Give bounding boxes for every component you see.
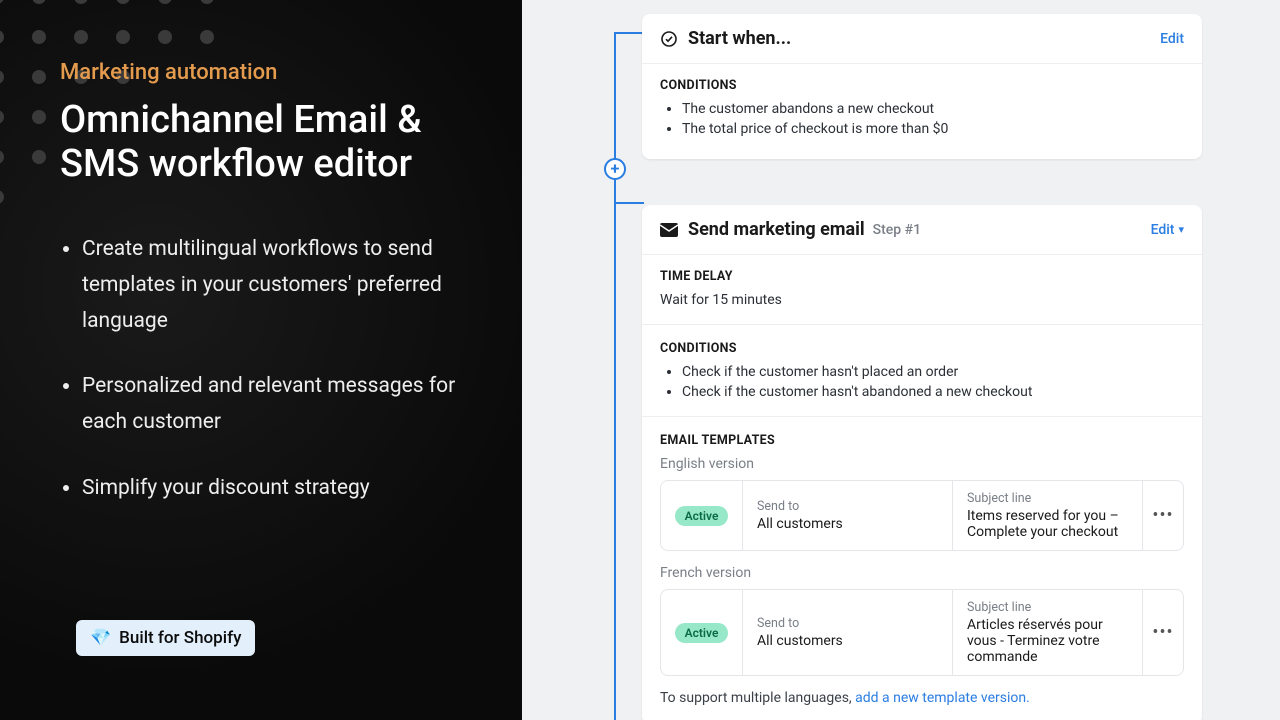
built-for-shopify-badge: 💎 Built for Shopify [76,620,255,656]
edit-step-button[interactable]: Edit ▾ [1151,222,1184,238]
conditions-heading: CONDITIONS [660,78,1184,93]
feature-bullet: Personalized and relevant messages for e… [82,369,482,440]
workflow-editor-panel: + Start when... Edit CONDITIONS The cust… [522,0,1280,720]
email-templates-heading: EMAIL TEMPLATES [660,433,1184,448]
step-number-tag: Step #1 [873,222,921,238]
start-trigger-card: Start when... Edit CONDITIONS The custom… [642,14,1202,159]
more-horizontal-icon: ••• [1152,622,1173,643]
template-row-menu[interactable]: ••• [1143,481,1183,550]
send-email-step-card: Send marketing email Step #1 Edit ▾ TIME… [642,205,1202,720]
time-delay-value: Wait for 15 minutes [660,292,1184,308]
more-horizontal-icon: ••• [1152,505,1173,526]
add-template-version-link[interactable]: add a new template version. [855,690,1030,706]
template-row-menu[interactable]: ••• [1143,590,1183,675]
status-badge: Active [675,623,729,643]
chevron-down-icon: ▾ [1178,223,1184,236]
diamond-icon: 💎 [90,628,111,648]
plus-icon: + [611,161,620,177]
feature-bullet: Simplify your discount strategy [82,471,482,507]
step-conditions-list: Check if the customer hasn't placed an o… [660,364,1184,400]
status-badge: Active [675,506,729,526]
time-delay-heading: TIME DELAY [660,269,1184,284]
edit-step-label: Edit [1151,222,1175,238]
condition-item: The total price of checkout is more than… [682,121,1184,137]
add-step-node[interactable]: + [604,158,626,180]
start-conditions-list: The customer abandons a new checkout The… [660,101,1184,137]
send-to-value: All customers [757,516,938,532]
multi-language-hint: To support multiple languages, add a new… [660,690,1184,706]
subject-value: Items reserved for you – Complete your c… [967,508,1128,540]
start-card-title: Start when... [688,28,791,49]
hero-title: Omnichannel Email & SMS workflow editor [60,99,482,186]
template-version-label: French version [660,565,1184,581]
eyebrow-label: Marketing automation [60,60,482,85]
workflow-connector-line [614,32,616,720]
feature-bullets: Create multilingual workflows to send te… [60,232,482,506]
send-to-label: Send to [757,616,938,631]
edit-start-button[interactable]: Edit [1160,31,1184,47]
send-to-value: All customers [757,633,938,649]
check-circle-icon [660,30,678,48]
template-row-english[interactable]: Active Send to All customers Subject lin… [660,480,1184,551]
marketing-hero-panel: Marketing automation Omnichannel Email &… [0,0,522,720]
badge-text: Built for Shopify [119,628,241,648]
conditions-heading: CONDITIONS [660,341,1184,356]
template-version-label: English version [660,456,1184,472]
condition-item: Check if the customer hasn't abandoned a… [682,384,1184,400]
condition-item: The customer abandons a new checkout [682,101,1184,117]
feature-bullet: Create multilingual workflows to send te… [82,232,482,339]
subject-value: Articles réservés pour vous - Terminez v… [967,617,1128,665]
email-icon [660,221,678,239]
condition-item: Check if the customer hasn't placed an o… [682,364,1184,380]
template-row-french[interactable]: Active Send to All customers Subject lin… [660,589,1184,676]
subject-label: Subject line [967,600,1128,615]
subject-label: Subject line [967,491,1128,506]
step-card-title: Send marketing email [688,219,865,240]
hint-prefix: To support multiple languages, [660,690,855,706]
send-to-label: Send to [757,499,938,514]
